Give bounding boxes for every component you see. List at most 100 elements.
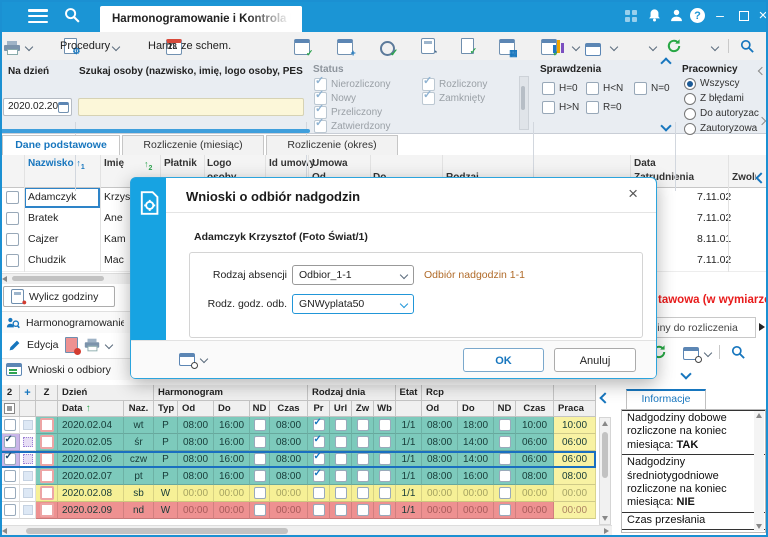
- nd-checkbox[interactable]: [498, 419, 511, 431]
- zw-checkbox[interactable]: [356, 419, 369, 431]
- schedule-hscrollbar[interactable]: [0, 525, 612, 536]
- scroll-up-arrow-icon[interactable]: [756, 413, 762, 418]
- status-option[interactable]: Zamknięty: [422, 90, 487, 105]
- pr-checkbox[interactable]: [312, 504, 325, 516]
- magnifier-icon[interactable]: [740, 39, 755, 54]
- windows-dropdown-chevron-icon[interactable]: [609, 42, 619, 52]
- wylicz-godziny-button[interactable]: ● Wylicz godziny: [3, 286, 115, 307]
- help-icon[interactable]: ?: [690, 8, 705, 23]
- nd-checkbox[interactable]: [498, 470, 511, 482]
- window-layout-icon[interactable]: [584, 43, 601, 56]
- row-checkbox[interactable]: [6, 212, 19, 225]
- schedule-vscrollbar[interactable]: [599, 417, 611, 525]
- search-icon[interactable]: [64, 7, 81, 24]
- nd-checkbox[interactable]: [498, 487, 511, 499]
- nd-checkbox[interactable]: [253, 453, 266, 465]
- collapse-left-chevron-icon[interactable]: [599, 392, 611, 404]
- status-option[interactable]: Nierozliczony: [314, 76, 390, 91]
- sub-header-cell[interactable]: Do: [458, 401, 494, 417]
- calculator-clock-icon[interactable]: ◔: [420, 38, 438, 57]
- status-option[interactable]: Przeliczony: [314, 104, 390, 119]
- warning-dropdown-chevron-icon[interactable]: [648, 42, 658, 52]
- refresh-icon[interactable]: [666, 38, 682, 54]
- z-checkbox[interactable]: [39, 435, 54, 449]
- header-zwolnienia[interactable]: Zwolnieni: [732, 172, 756, 183]
- ok-button[interactable]: OK: [463, 348, 544, 372]
- select-row-checkbox[interactable]: [3, 504, 16, 516]
- z-checkbox[interactable]: [39, 452, 54, 466]
- nd-checkbox[interactable]: [253, 470, 266, 482]
- minimize-button[interactable]: –: [712, 8, 728, 23]
- select-row-checkbox[interactable]: [3, 419, 16, 431]
- harmonogramowanie-section[interactable]: Harmonogramowanie: [0, 311, 130, 333]
- filter-hscrollbar-thumb[interactable]: [0, 129, 310, 133]
- row-checkbox[interactable]: [6, 254, 19, 267]
- close-button[interactable]: ×: [755, 8, 768, 23]
- scroll-down-arrow-icon[interactable]: [602, 516, 608, 521]
- status-option[interactable]: Zatwierdzony: [314, 118, 390, 133]
- tab-rozliczenie-okres[interactable]: Rozliczenie (okres): [266, 135, 398, 155]
- printer-icon[interactable]: [4, 41, 20, 55]
- group-header-cell[interactable]: Rodzaj dnia: [308, 385, 396, 401]
- sub-header-cell[interactable]: Pr: [308, 401, 330, 417]
- edycja-label[interactable]: Edycja: [27, 339, 59, 351]
- url-checkbox[interactable]: [334, 453, 347, 465]
- info-scrollbar[interactable]: [754, 411, 764, 531]
- nd-checkbox[interactable]: [498, 453, 511, 465]
- sub-header-cell[interactable]: [20, 401, 36, 417]
- rozliczenia-box[interactable]: ziny do rozliczenia: [645, 317, 756, 338]
- procedures-dropdown-chevron-icon[interactable]: [111, 42, 121, 52]
- zw-checkbox[interactable]: [356, 470, 369, 482]
- url-checkbox[interactable]: [334, 487, 347, 499]
- group-header-cell[interactable]: Harmonogram: [154, 385, 308, 401]
- pracownicy-option[interactable]: Do autoryzac: [684, 107, 760, 120]
- zw-checkbox[interactable]: [356, 453, 369, 465]
- chart-dropdown-chevron-icon[interactable]: [571, 42, 581, 52]
- wb-checkbox[interactable]: [378, 487, 391, 499]
- collapse-left-chevron-icon[interactable]: [755, 172, 767, 184]
- sub-header-cell[interactable]: ND: [250, 401, 270, 417]
- z-checkbox[interactable]: [39, 503, 54, 517]
- wb-checkbox[interactable]: [378, 419, 391, 431]
- url-checkbox[interactable]: [334, 504, 347, 516]
- sprawdzenia-option[interactable]: H>N: [542, 101, 586, 114]
- employee-hscrollbar[interactable]: [0, 273, 130, 284]
- group-header-cell[interactable]: Dzień: [58, 385, 154, 401]
- zw-checkbox[interactable]: [356, 436, 369, 448]
- pr-checkbox[interactable]: [312, 487, 325, 499]
- expand-down-chevron-icon[interactable]: [680, 368, 692, 380]
- main-module-tab[interactable]: Harmonogramowanie i Kontrola RCP: [100, 6, 302, 32]
- select-all-icon[interactable]: [4, 403, 15, 414]
- search-person-input[interactable]: [78, 98, 304, 116]
- z-checkbox[interactable]: [39, 418, 54, 432]
- triangle-right-icon[interactable]: [759, 323, 765, 331]
- pr-checkbox[interactable]: [312, 434, 325, 448]
- schedule-row[interactable]: 2020.02.06czwP08:0016:0008:001/108:0014:…: [0, 451, 596, 468]
- sprawdzenia-option[interactable]: H=0: [542, 82, 586, 95]
- expand-down-chevron-icon[interactable]: [660, 120, 672, 132]
- window-settings-icon[interactable]: [683, 347, 702, 363]
- pr-checkbox[interactable]: [312, 417, 325, 431]
- sub-header-cell[interactable]: Zw: [352, 401, 374, 417]
- print-dropdown-chevron-icon[interactable]: [104, 340, 113, 350]
- tab-informacje[interactable]: Informacje: [626, 389, 706, 409]
- sub-header-cell[interactable]: Typ: [154, 401, 178, 417]
- url-checkbox[interactable]: [334, 470, 347, 482]
- nd-checkbox[interactable]: [498, 504, 511, 516]
- magnifier-icon[interactable]: [731, 345, 746, 360]
- calendar-calculator-icon[interactable]: ▦: [498, 39, 518, 58]
- wb-checkbox[interactable]: [378, 453, 391, 465]
- nd-checkbox[interactable]: [253, 436, 266, 448]
- cancel-button[interactable]: Anuluj: [554, 348, 636, 372]
- printer-icon[interactable]: [84, 338, 99, 352]
- apps-grid-icon[interactable]: [625, 10, 637, 22]
- settings-dropdown-chevron-icon[interactable]: [199, 354, 209, 364]
- hours-type-select[interactable]: GNWyplata50: [292, 294, 414, 314]
- group-header-cell[interactable]: +: [20, 385, 36, 401]
- sub-header-cell[interactable]: Praca: [554, 401, 596, 417]
- pracownicy-option[interactable]: Zautoryzowa: [684, 122, 760, 135]
- row-checkbox[interactable]: [6, 233, 19, 246]
- tab-rozliczenie-miesiac[interactable]: Rozliczenie (miesiąc): [122, 135, 264, 155]
- employee-hscrollbar-thumb[interactable]: [12, 276, 104, 281]
- calendar-picker-icon[interactable]: [58, 102, 69, 113]
